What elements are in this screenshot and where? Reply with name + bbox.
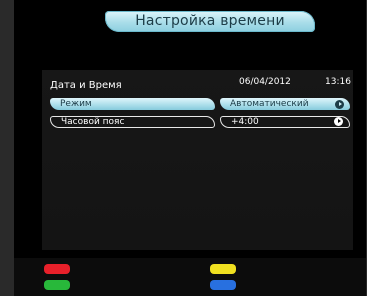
blue-key[interactable] xyxy=(210,280,236,290)
current-time: 13:16 xyxy=(325,77,351,87)
color-key-bar xyxy=(14,258,366,296)
red-key[interactable] xyxy=(44,264,70,274)
page-title: Настройка времени xyxy=(105,11,315,32)
arrow-right-icon[interactable] xyxy=(334,117,343,126)
current-date: 06/04/2012 xyxy=(239,77,291,87)
date-time-label: Дата и Время xyxy=(50,80,122,91)
timezone-value: +4:00 xyxy=(231,116,259,127)
mode-label-field[interactable]: Режим xyxy=(50,98,215,110)
arrow-right-icon[interactable] xyxy=(335,99,344,109)
green-key[interactable] xyxy=(44,280,70,290)
timezone-value-selector[interactable]: +4:00 xyxy=(220,116,350,128)
tv-screen: Настройка времени Дата и Время 06/04/201… xyxy=(14,0,366,296)
timezone-label-field[interactable]: Часовой пояс xyxy=(50,116,215,128)
mode-value: Автоматический xyxy=(230,99,309,109)
timezone-label: Часовой пояс xyxy=(61,116,125,127)
settings-panel: Дата и Время 06/04/2012 13:16 Режим Авто… xyxy=(42,70,353,250)
mode-value-selector[interactable]: Автоматический xyxy=(220,98,350,110)
mode-label: Режим xyxy=(60,99,92,109)
yellow-key[interactable] xyxy=(210,264,236,274)
